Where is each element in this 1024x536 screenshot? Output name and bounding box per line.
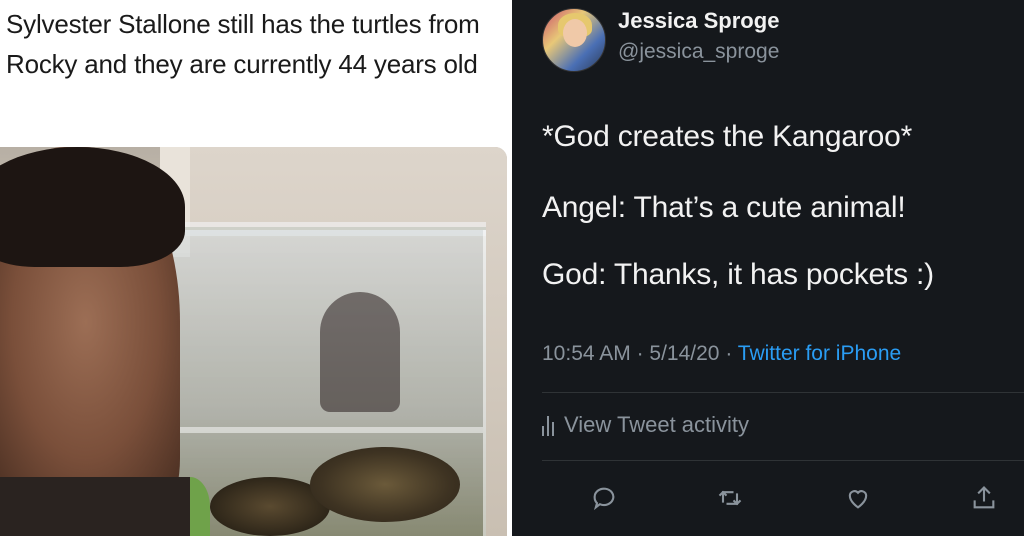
tweet-time[interactable]: 10:54 AM <box>542 342 631 365</box>
turtle-large <box>310 447 460 522</box>
divider <box>542 460 1024 461</box>
display-name[interactable]: Jessica Sproge <box>618 8 779 34</box>
analytics-bars-icon <box>542 414 554 436</box>
tweet-meta: 10:54 AM · 5/14/20 · Twitter for iPhone <box>542 342 901 366</box>
view-activity-link[interactable]: View Tweet activity <box>542 412 749 438</box>
water-line <box>150 427 483 433</box>
share-button[interactable] <box>964 478 1004 518</box>
stallone-turtle-photo <box>0 147 507 536</box>
person-shirt <box>0 477 190 536</box>
tweet-actions <box>512 478 1024 518</box>
user-handle[interactable]: @jessica_sproge <box>618 40 779 64</box>
avatar[interactable] <box>542 8 606 72</box>
reply-button[interactable] <box>584 478 624 518</box>
tweet-text-line: God: Thanks, it has pockets :) <box>542 258 934 291</box>
share-icon <box>973 486 995 509</box>
tweet-text-line: Angel: That’s a cute animal! <box>542 191 906 224</box>
like-button[interactable] <box>838 478 878 518</box>
meme-caption: Sylvester Stallone still has the turtles… <box>6 9 480 79</box>
retweet-icon <box>718 490 742 506</box>
tweet-text-line: *God creates the Kangaroo* <box>542 120 913 153</box>
reply-icon <box>593 487 615 511</box>
meta-separator: · <box>636 342 650 365</box>
tank-reflection <box>320 292 400 412</box>
person-hair <box>0 147 185 267</box>
activity-label: View Tweet activity <box>564 412 750 437</box>
tweet-panel: Jessica Sproge @jessica_sproge *God crea… <box>512 0 1024 536</box>
tweet-source-link[interactable]: Twitter for iPhone <box>738 342 901 365</box>
meme-panel: Sylvester Stallone still has the turtles… <box>0 0 512 536</box>
retweet-button[interactable] <box>710 478 750 518</box>
tweet-date[interactable]: 5/14/20 <box>649 342 719 365</box>
heart-icon <box>848 490 868 509</box>
meta-separator: · <box>725 342 738 365</box>
divider <box>542 392 1024 393</box>
avatar-face <box>563 19 587 47</box>
